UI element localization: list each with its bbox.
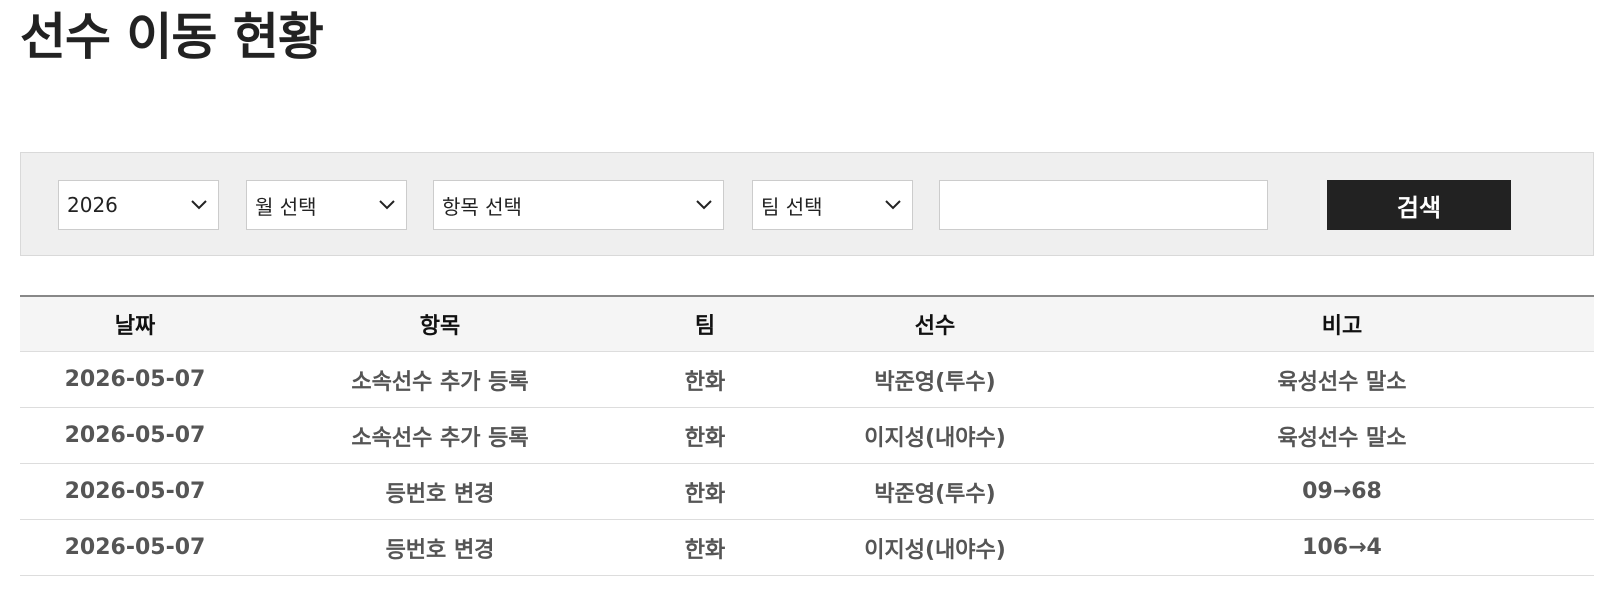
- team-select-value: 팀 선택: [761, 194, 823, 219]
- transfer-table: 날짜 항목 팀 선수 비고 2026-05-07 소속선수 추가 등록 한화 박…: [20, 295, 1594, 576]
- cell-player: 박준영(투수): [780, 351, 1090, 408]
- cell-date: 2026-05-07: [20, 351, 250, 408]
- table-header-row: 날짜 항목 팀 선수 비고: [20, 296, 1594, 352]
- cell-note: 106→4: [1090, 519, 1594, 576]
- cell-note: 09→68: [1090, 463, 1594, 520]
- search-button[interactable]: 검색: [1327, 180, 1511, 230]
- item-select[interactable]: 항목 선택: [433, 180, 724, 230]
- month-select[interactable]: 월 선택: [246, 180, 407, 230]
- cell-player: 박준영(투수): [780, 463, 1090, 520]
- year-select-value: 2026: [67, 193, 118, 217]
- chevron-down-icon: [884, 196, 902, 214]
- cell-team: 한화: [630, 463, 780, 520]
- table-row: 2026-05-07 소속선수 추가 등록 한화 박준영(투수) 육성선수 말소: [20, 351, 1594, 408]
- table-row: 2026-05-07 등번호 변경 한화 박준영(투수) 09→68: [20, 463, 1594, 520]
- column-header-date: 날짜: [20, 296, 250, 352]
- column-header-team: 팀: [630, 296, 780, 352]
- cell-date: 2026-05-07: [20, 519, 250, 576]
- year-select[interactable]: 2026: [58, 180, 219, 230]
- cell-team: 한화: [630, 407, 780, 464]
- cell-note: 육성선수 말소: [1090, 351, 1594, 408]
- column-header-player: 선수: [780, 296, 1090, 352]
- item-select-value: 항목 선택: [442, 194, 522, 219]
- cell-note: 육성선수 말소: [1090, 407, 1594, 464]
- filter-panel: 2026 월 선택 항목 선택 팀 선택 검색: [20, 152, 1594, 256]
- cell-team: 한화: [630, 519, 780, 576]
- page-title: 선수 이동 현황: [20, 8, 324, 66]
- month-select-value: 월 선택: [255, 194, 317, 219]
- cell-item: 등번호 변경: [250, 519, 630, 576]
- column-header-item: 항목: [250, 296, 630, 352]
- chevron-down-icon: [378, 196, 396, 214]
- cell-item: 등번호 변경: [250, 463, 630, 520]
- chevron-down-icon: [190, 196, 208, 214]
- cell-player: 이지성(내야수): [780, 519, 1090, 576]
- table-row: 2026-05-07 등번호 변경 한화 이지성(내야수) 106→4: [20, 519, 1594, 576]
- cell-team: 한화: [630, 351, 780, 408]
- search-input[interactable]: [939, 180, 1268, 230]
- cell-player: 이지성(내야수): [780, 407, 1090, 464]
- column-header-note: 비고: [1090, 296, 1594, 352]
- cell-item: 소속선수 추가 등록: [250, 407, 630, 464]
- cell-item: 소속선수 추가 등록: [250, 351, 630, 408]
- table-row: 2026-05-07 소속선수 추가 등록 한화 이지성(내야수) 육성선수 말…: [20, 407, 1594, 464]
- cell-date: 2026-05-07: [20, 407, 250, 464]
- cell-date: 2026-05-07: [20, 463, 250, 520]
- team-select[interactable]: 팀 선택: [752, 180, 913, 230]
- chevron-down-icon: [695, 196, 713, 214]
